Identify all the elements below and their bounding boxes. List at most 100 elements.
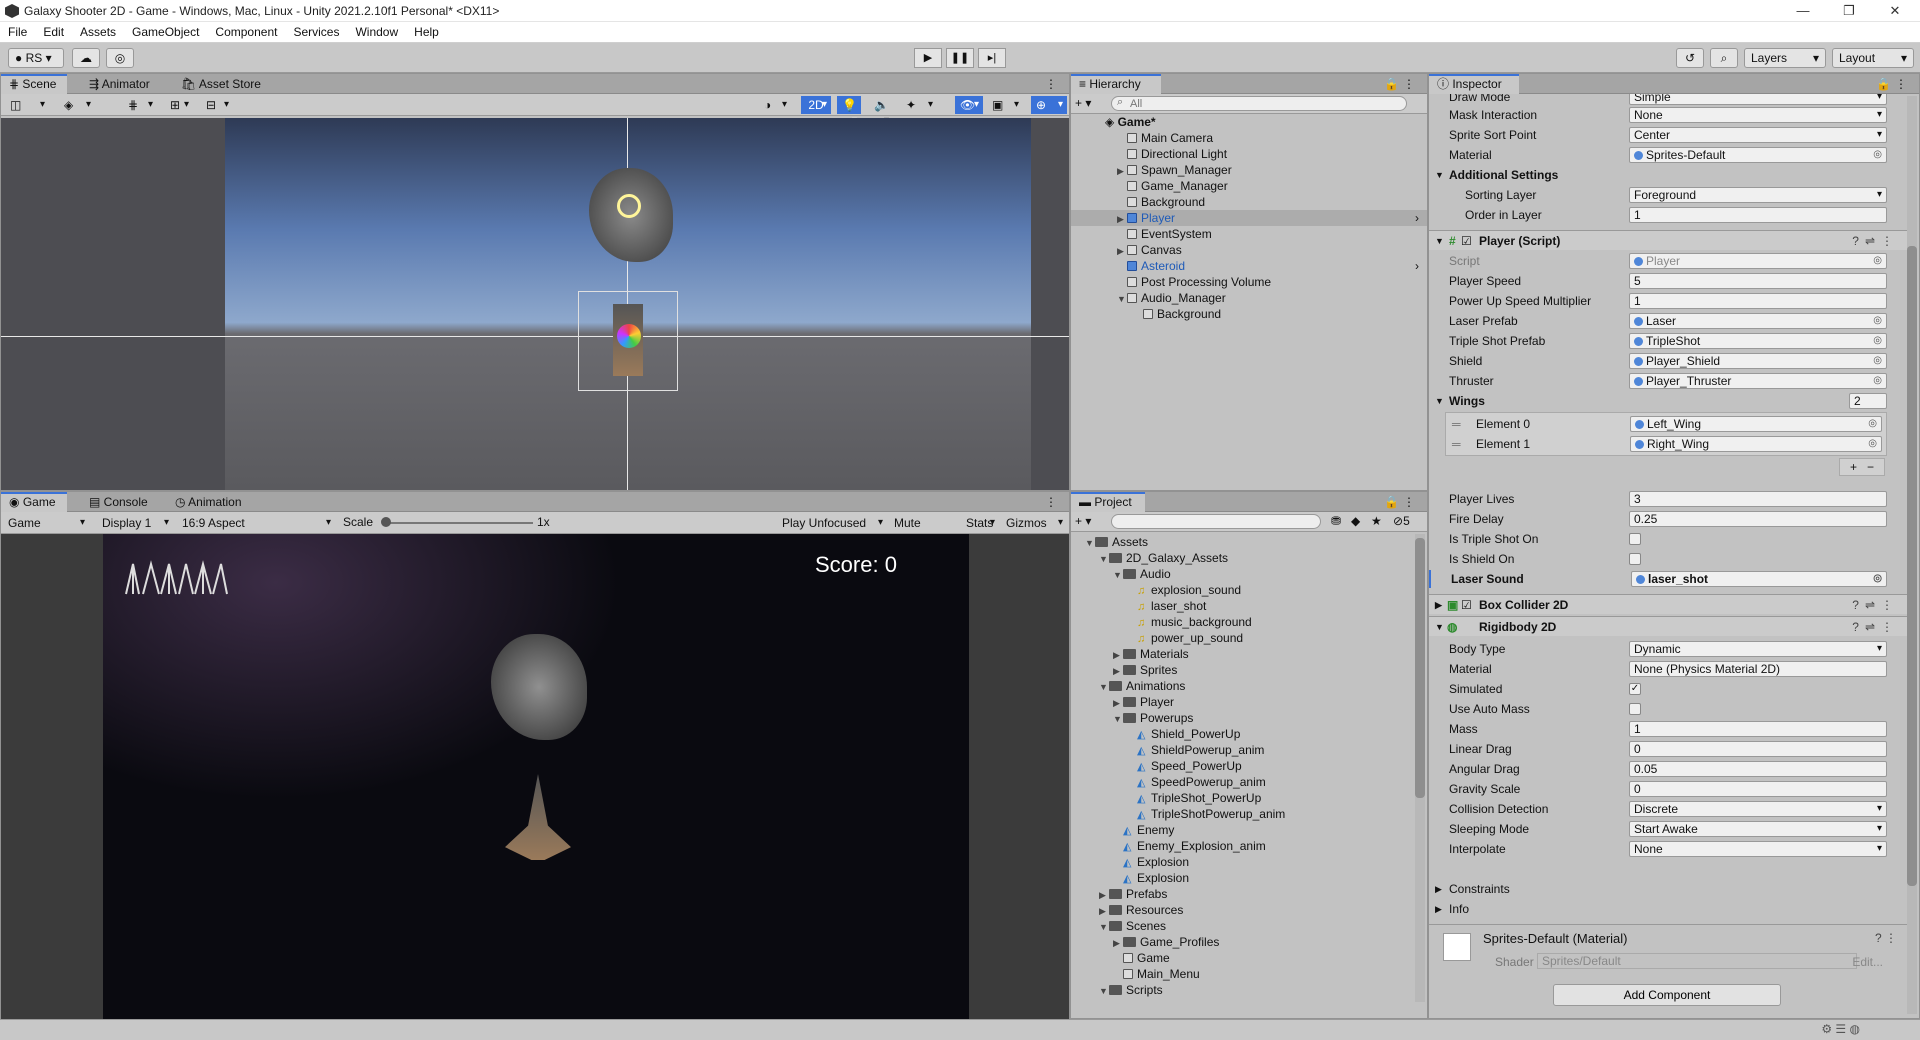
favorite-icon[interactable]: ★: [1371, 514, 1382, 528]
drag-handle-icon[interactable]: ═: [1452, 415, 1461, 433]
project-item[interactable]: ◭ Enemy_Explosion_anim: [1071, 838, 1413, 854]
player-lives-field[interactable]: 3: [1629, 491, 1887, 507]
add-component-button[interactable]: Add Component: [1553, 984, 1781, 1006]
scale-slider-handle[interactable]: [381, 517, 391, 527]
gizmos-dropdown[interactable]: ⊕: [1031, 96, 1067, 114]
wing-element-1-field[interactable]: Right_Wing: [1630, 436, 1882, 452]
player-field-value[interactable]: Player_Shield: [1629, 353, 1887, 369]
hidden-packages-icon[interactable]: ⊘5: [1393, 514, 1410, 528]
info-foldout[interactable]: ▶ Info: [1429, 900, 1907, 918]
rigidbody-field-value[interactable]: 0.05: [1629, 761, 1887, 777]
constraints-foldout[interactable]: ▶ Constraints: [1429, 880, 1907, 898]
camera-dropdown[interactable]: ▣: [987, 96, 1023, 114]
hierarchy-add-button[interactable]: + ▾: [1075, 96, 1103, 110]
hierarchy-item[interactable]: Main Camera: [1071, 130, 1427, 146]
layers-dropdown[interactable]: Layers ▾: [1744, 48, 1826, 68]
menu-gameobject[interactable]: GameObject: [124, 25, 207, 39]
search-by-type-icon[interactable]: ⛃: [1331, 514, 1341, 528]
account-dropdown[interactable]: ● RS ▾: [8, 48, 64, 68]
tab-animation[interactable]: ◷ Animation: [167, 492, 250, 512]
project-item[interactable]: ▶ Game_Profiles: [1071, 934, 1413, 950]
hierarchy-item[interactable]: Post Processing Volume: [1071, 274, 1427, 290]
player-field-value[interactable]: 1: [1629, 293, 1887, 309]
player-field-value[interactable]: Laser: [1629, 313, 1887, 329]
project-item[interactable]: ▶ Player: [1071, 694, 1413, 710]
lighting-toggle-icon[interactable]: 💡: [837, 96, 861, 129]
project-item[interactable]: ♫ explosion_sound: [1071, 582, 1413, 598]
pause-button[interactable]: ❚❚: [946, 48, 974, 68]
project-item[interactable]: ♫ power_up_sound: [1071, 630, 1413, 646]
play-button[interactable]: ▶: [914, 48, 942, 68]
project-item[interactable]: ◭ Explosion: [1071, 870, 1413, 886]
project-item[interactable]: ▶ Sprites: [1071, 662, 1413, 678]
project-add-button[interactable]: + ▾: [1075, 514, 1103, 528]
player-script-enabled-checkbox[interactable]: ☑: [1461, 231, 1472, 251]
effects-dropdown[interactable]: ✦: [901, 96, 937, 114]
remove-element-button[interactable]: −: [1867, 460, 1874, 474]
expander-icon[interactable]: ▼: [1099, 679, 1109, 695]
hierarchy-item[interactable]: ▶ Spawn_Manager: [1071, 162, 1427, 178]
project-item[interactable]: ▶ Materials: [1071, 646, 1413, 662]
stats-toggle[interactable]: Stats: [961, 514, 999, 532]
mute-audio-toggle[interactable]: Mute Audio: [889, 514, 959, 547]
minimize-button[interactable]: —: [1780, 0, 1826, 22]
expander-icon[interactable]: ▼: [1113, 711, 1123, 727]
player-script-header[interactable]: ▼ # ☑ Player (Script) ?⇌⋮: [1429, 230, 1907, 250]
menu-window[interactable]: Window: [347, 25, 406, 39]
project-item[interactable]: Game: [1071, 950, 1413, 966]
component-actions-icon[interactable]: ?⇌⋮: [1852, 231, 1899, 251]
component-actions-icon[interactable]: ?⇌⋮: [1852, 595, 1899, 615]
menu-edit[interactable]: Edit: [35, 25, 72, 39]
rb-material-field[interactable]: None (Physics Material 2D): [1629, 661, 1887, 677]
hierarchy-search-input[interactable]: [1111, 96, 1407, 111]
cloud-icon[interactable]: ☁: [72, 48, 100, 68]
auto-mass-checkbox[interactable]: [1629, 703, 1641, 715]
game-menu-icon[interactable]: ⋮: [1037, 492, 1065, 512]
sprite-sort-point-dropdown[interactable]: Center: [1629, 127, 1887, 143]
visibility-toggle-icon[interactable]: 👁: [955, 96, 983, 114]
rigidbody-dropdown[interactable]: None: [1629, 841, 1887, 857]
hierarchy-item[interactable]: ▶ Canvas: [1071, 242, 1427, 258]
project-item[interactable]: ◭ ShieldPowerup_anim: [1071, 742, 1413, 758]
box-collider-enabled-checkbox[interactable]: ☑: [1461, 595, 1472, 615]
hierarchy-item[interactable]: Background: [1071, 194, 1427, 210]
expander-icon[interactable]: ▶: [1099, 887, 1109, 903]
sorting-layer-dropdown[interactable]: Foreground: [1629, 187, 1887, 203]
scale-slider-track[interactable]: [383, 522, 533, 524]
wings-size-field[interactable]: 2: [1849, 393, 1887, 409]
player-field-value[interactable]: 5: [1629, 273, 1887, 289]
prefab-open-icon[interactable]: ›: [1415, 258, 1419, 274]
inspector-menu-icon[interactable]: ⋮: [1887, 74, 1915, 94]
project-scrollbar[interactable]: [1415, 534, 1425, 1002]
expander-icon[interactable]: ▶: [1117, 243, 1127, 259]
project-item[interactable]: ▼ Animations: [1071, 678, 1413, 694]
rigidbody-header[interactable]: ▼ ◍ Rigidbody 2D ?⇌⋮: [1429, 616, 1907, 636]
tab-inspector[interactable]: ⓘ Inspector: [1429, 74, 1519, 94]
align-dropdown[interactable]: ⊟: [201, 96, 233, 114]
inspector-scrollbar-thumb[interactable]: [1907, 246, 1917, 886]
menu-component[interactable]: Component: [207, 25, 285, 39]
expander-icon[interactable]: ▼: [1117, 291, 1127, 307]
expander-icon[interactable]: ▼: [1099, 983, 1109, 999]
hierarchy-item[interactable]: ▶ Player ›: [1071, 210, 1427, 226]
step-button[interactable]: ▸|: [978, 48, 1006, 68]
gizmos-toggle[interactable]: Gizmos: [1001, 514, 1067, 532]
hierarchy-item[interactable]: Game_Manager: [1071, 178, 1427, 194]
rigidbody-field-value[interactable]: 1: [1629, 721, 1887, 737]
hierarchy-item[interactable]: Background: [1071, 306, 1427, 322]
triple-shot-checkbox[interactable]: [1629, 533, 1641, 545]
expander-icon[interactable]: ▼: [1085, 535, 1095, 551]
project-item[interactable]: ◭ Shield_PowerUp: [1071, 726, 1413, 742]
hierarchy-scene-row[interactable]: ▼◈ Game*: [1071, 114, 1427, 130]
project-item[interactable]: ▼ Powerups: [1071, 710, 1413, 726]
tab-animator[interactable]: ⇶ Animator: [81, 74, 158, 94]
project-item[interactable]: ♫ music_background: [1071, 614, 1413, 630]
project-search-input[interactable]: [1111, 514, 1321, 529]
hierarchy-item[interactable]: EventSystem: [1071, 226, 1427, 242]
project-item[interactable]: Main_Menu: [1071, 966, 1413, 982]
order-in-layer-field[interactable]: 1: [1629, 207, 1887, 223]
project-item[interactable]: ▼ Scenes: [1071, 918, 1413, 934]
shield-on-checkbox[interactable]: [1629, 553, 1641, 565]
mask-interaction-dropdown[interactable]: None: [1629, 107, 1887, 123]
view-dropdown[interactable]: Game: [3, 514, 89, 532]
